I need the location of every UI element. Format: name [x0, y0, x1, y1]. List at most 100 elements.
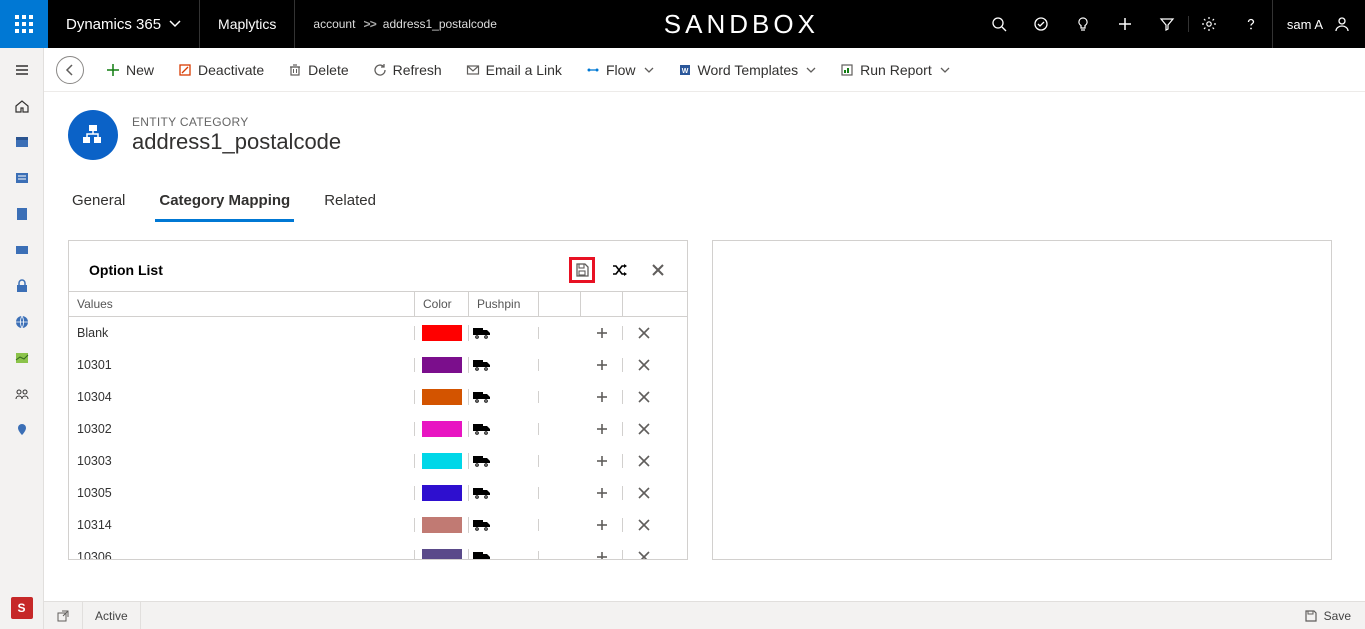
row-add-button[interactable] [581, 326, 623, 340]
row-remove-button[interactable] [623, 326, 665, 340]
option-row[interactable]: 10306 [69, 541, 687, 559]
option-row[interactable]: 10303 [69, 445, 687, 477]
row-add-button[interactable] [581, 550, 623, 559]
row-add-button[interactable] [581, 518, 623, 532]
nav-item-9[interactable] [0, 412, 44, 448]
footer-save-button[interactable]: Save [1290, 602, 1365, 629]
row-add-button[interactable] [581, 422, 623, 436]
row-remove-button[interactable] [623, 422, 665, 436]
row-add-button[interactable] [581, 486, 623, 500]
plus-icon [595, 518, 609, 532]
home-icon [14, 98, 30, 114]
option-row[interactable]: 10305 [69, 477, 687, 509]
row-pushpin[interactable] [469, 487, 539, 499]
cmd-delete[interactable]: Delete [276, 48, 360, 91]
row-color[interactable] [415, 357, 469, 373]
cmd-email[interactable]: Email a Link [454, 48, 574, 91]
cmd-deactivate[interactable]: Deactivate [166, 48, 276, 91]
nav-item-6[interactable] [0, 304, 44, 340]
cmd-report[interactable]: Run Report [828, 48, 962, 91]
app-name-label: Maplytics [218, 16, 276, 32]
breadcrumb[interactable]: account > > address1_postalcode [295, 0, 504, 48]
help-button[interactable] [1230, 16, 1272, 32]
filter-button[interactable] [1146, 16, 1188, 32]
truck-icon [473, 519, 491, 531]
app-launcher[interactable] [0, 0, 48, 48]
settings-button[interactable] [1188, 16, 1230, 32]
nav-item-7[interactable] [0, 340, 44, 376]
nav-bottom-badge[interactable]: S [11, 597, 33, 619]
row-remove-button[interactable] [623, 358, 665, 372]
nav-item-1[interactable] [0, 124, 44, 160]
row-pushpin[interactable] [469, 359, 539, 371]
task-button[interactable] [1020, 16, 1062, 32]
cmd-refresh[interactable]: Refresh [361, 48, 454, 91]
add-button[interactable] [1104, 16, 1146, 32]
option-row[interactable]: 10301 [69, 349, 687, 381]
row-pushpin[interactable] [469, 455, 539, 467]
refresh-icon [373, 63, 387, 77]
option-list-save-button[interactable] [569, 257, 595, 283]
nav-item-4[interactable] [0, 232, 44, 268]
row-pushpin[interactable] [469, 423, 539, 435]
back-icon [63, 63, 77, 77]
search-button[interactable] [978, 16, 1020, 32]
option-row[interactable]: Blank [69, 317, 687, 349]
row-pushpin[interactable] [469, 551, 539, 559]
waffle-icon [15, 15, 33, 33]
row-color[interactable] [415, 485, 469, 501]
row-color[interactable] [415, 453, 469, 469]
row-pushpin[interactable] [469, 327, 539, 339]
row-color[interactable] [415, 517, 469, 533]
pin-icon [14, 422, 30, 438]
row-add-button[interactable] [581, 390, 623, 404]
row-remove-button[interactable] [623, 486, 665, 500]
cmd-word[interactable]: W Word Templates [666, 48, 829, 91]
row-add-button[interactable] [581, 454, 623, 468]
row-remove-button[interactable] [623, 390, 665, 404]
option-row[interactable]: 10314 [69, 509, 687, 541]
option-row[interactable]: 10304 [69, 381, 687, 413]
brand-menu[interactable]: Dynamics 365 [48, 0, 200, 48]
row-remove-button[interactable] [623, 518, 665, 532]
tab-general[interactable]: General [68, 186, 129, 222]
tab-related[interactable]: Related [320, 186, 380, 222]
truck-icon [473, 359, 491, 371]
row-color[interactable] [415, 389, 469, 405]
cmd-flow[interactable]: Flow [574, 48, 666, 91]
truck-icon [473, 551, 491, 559]
col-color[interactable]: Color [415, 292, 469, 316]
user-menu[interactable]: sam A [1272, 0, 1365, 48]
option-row[interactable]: 10302 [69, 413, 687, 445]
people-icon [14, 386, 30, 402]
option-list-body[interactable]: Blank10301103041030210303103051031410306 [69, 317, 687, 559]
option-list-close-button[interactable] [645, 257, 671, 283]
option-list-title: Option List [89, 262, 163, 278]
row-remove-button[interactable] [623, 454, 665, 468]
status-active[interactable]: Active [83, 602, 141, 629]
row-remove-button[interactable] [623, 550, 665, 559]
nav-hamburger[interactable] [0, 52, 44, 88]
row-color[interactable] [415, 421, 469, 437]
word-icon: W [678, 63, 692, 77]
nav-item-8[interactable] [0, 376, 44, 412]
row-pushpin[interactable] [469, 519, 539, 531]
nav-item-2[interactable] [0, 160, 44, 196]
back-button[interactable] [56, 56, 84, 84]
nav-item-3[interactable] [0, 196, 44, 232]
nav-home[interactable] [0, 88, 44, 124]
row-color[interactable] [415, 549, 469, 559]
trash-icon [288, 63, 302, 77]
nav-item-5[interactable] [0, 268, 44, 304]
col-values[interactable]: Values [69, 292, 415, 316]
status-popout[interactable] [44, 602, 83, 629]
row-pushpin[interactable] [469, 391, 539, 403]
lightbulb-button[interactable] [1062, 16, 1104, 32]
tab-category-mapping[interactable]: Category Mapping [155, 186, 294, 222]
col-pushpin[interactable]: Pushpin [469, 292, 539, 316]
row-add-button[interactable] [581, 358, 623, 372]
option-list-shuffle-button[interactable] [607, 257, 633, 283]
cmd-new[interactable]: New [94, 48, 166, 91]
row-color[interactable] [415, 325, 469, 341]
app-name[interactable]: Maplytics [200, 0, 295, 48]
